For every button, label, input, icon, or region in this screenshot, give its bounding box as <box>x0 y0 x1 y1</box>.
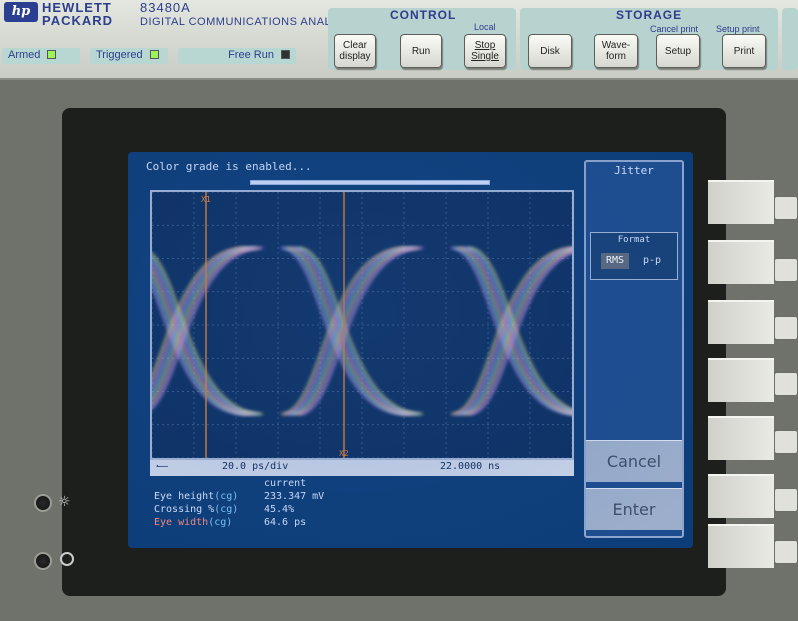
softkey-slab-5 <box>708 416 774 460</box>
light-sensor-icon: ☼ <box>58 494 71 510</box>
eye-diagram-svg: X1 X2 <box>152 192 572 458</box>
measurement-value: 45.4% <box>264 504 295 515</box>
softkey-5[interactable] <box>774 430 798 454</box>
format-selector[interactable]: Format RMS p-p <box>590 232 678 280</box>
softkey-4[interactable] <box>774 372 798 396</box>
instrument-top-panel: hp HEWLETT PACKARD 83480A DIGITAL COMMUN… <box>0 0 798 80</box>
measurement-row: Eye width(cg) 64.6 ps <box>154 517 414 530</box>
softkey-slab-1 <box>708 180 774 224</box>
power-indicator-icon <box>60 552 74 566</box>
local-label: Local <box>474 22 496 32</box>
armed-led-icon <box>47 50 57 59</box>
format-rms-option[interactable]: RMS <box>601 253 629 269</box>
measurement-value: 233.347 mV <box>264 491 325 502</box>
timebase-position: 22.0000 ns <box>440 461 501 472</box>
triggered-status: Triggered <box>90 48 168 64</box>
softkey-2[interactable] <box>774 258 798 282</box>
time-marker-label: X1 <box>201 195 211 204</box>
waveform-button[interactable]: Wave-form <box>594 34 638 68</box>
scale-arrow-icon: ↼― <box>156 461 169 472</box>
measurement-row: Eye height(cg) 233.347 mV <box>154 491 414 504</box>
front-knob-upper[interactable] <box>34 494 52 512</box>
cancel-button[interactable]: Cancel <box>586 440 682 482</box>
triggered-label: Triggered <box>96 49 143 61</box>
measurement-readout: current Eye height(cg) 233.347 mV Crossi… <box>154 478 414 548</box>
model-number: 83480A <box>140 0 191 15</box>
softkey-slab-3 <box>708 300 774 344</box>
softkey-1[interactable] <box>774 196 798 220</box>
eye-diagram-plot[interactable]: X1 X2 <box>150 190 574 460</box>
control-group: CONTROL Local Clear display Run Stop Sin… <box>328 8 516 70</box>
status-strip: Armed Triggered Free Run <box>0 44 300 68</box>
print-button[interactable]: Print <box>722 34 766 68</box>
measurement-label: Eye width(cg) <box>154 517 233 528</box>
menu-title: Jitter <box>614 164 654 177</box>
hp-logo-icon: hp <box>4 2 38 22</box>
clear-display-button[interactable]: Clear display <box>334 34 376 68</box>
front-knob-lower[interactable] <box>34 552 52 570</box>
status-message: Color grade is enabled... <box>146 160 312 173</box>
control-title: CONTROL <box>390 8 457 22</box>
measurement-value: 64.6 ps <box>264 517 307 528</box>
timebase-readout: ↼― 20.0 ps/div 22.0000 ns <box>150 460 574 476</box>
format-title: Format <box>617 235 651 245</box>
enter-button[interactable]: Enter <box>586 488 682 530</box>
progress-bar <box>250 180 490 185</box>
softkey-column <box>708 96 798 568</box>
setup-button[interactable]: Setup <box>656 34 700 68</box>
triggered-led-icon <box>149 50 159 59</box>
jitter-menu: Jitter Format RMS p-p Cancel Enter <box>584 160 684 538</box>
eye-traces <box>152 240 572 422</box>
brand-line-2: PACKARD <box>42 13 114 28</box>
cancel-print-label: Cancel print <box>650 24 699 34</box>
run-button[interactable]: Run <box>400 34 442 68</box>
storage-group: STORAGE Cancel print Setup print Disk Wa… <box>520 8 778 70</box>
crt-screen: Color grade is enabled... X1 X2 ↼― 20.0 p… <box>128 152 693 548</box>
softkey-6[interactable] <box>774 488 798 512</box>
softkey-slab-7 <box>708 524 774 568</box>
message-bar: Color grade is enabled... <box>138 156 578 186</box>
measurement-label: Crossing %(cg) <box>154 504 239 515</box>
measurement-row: Crossing %(cg) 45.4% <box>154 504 414 517</box>
storage-title: STORAGE <box>616 8 683 22</box>
extra-group-edge <box>782 8 798 70</box>
softkey-7[interactable] <box>774 540 798 564</box>
setup-print-label: Setup print <box>716 24 760 34</box>
softkey-slab-2 <box>708 240 774 284</box>
armed-label: Armed <box>8 49 41 61</box>
armed-status: Armed <box>2 48 80 64</box>
free-run-status: Free Run <box>178 48 296 64</box>
format-pp-option[interactable]: p-p <box>637 253 667 269</box>
softkey-slab-4 <box>708 358 774 402</box>
free-run-led-icon <box>281 50 290 59</box>
disk-button[interactable]: Disk <box>528 34 572 68</box>
softkey-3[interactable] <box>774 316 798 340</box>
timebase-scale: 20.0 ps/div <box>222 461 289 472</box>
stop-single-button[interactable]: Stop Single <box>464 34 506 68</box>
measurement-header: current <box>264 478 307 489</box>
measurement-label: Eye height(cg) <box>154 491 239 502</box>
free-run-label: Free Run <box>228 49 274 61</box>
time-marker-label: X2 <box>339 449 349 458</box>
softkey-slab-6 <box>708 474 774 518</box>
